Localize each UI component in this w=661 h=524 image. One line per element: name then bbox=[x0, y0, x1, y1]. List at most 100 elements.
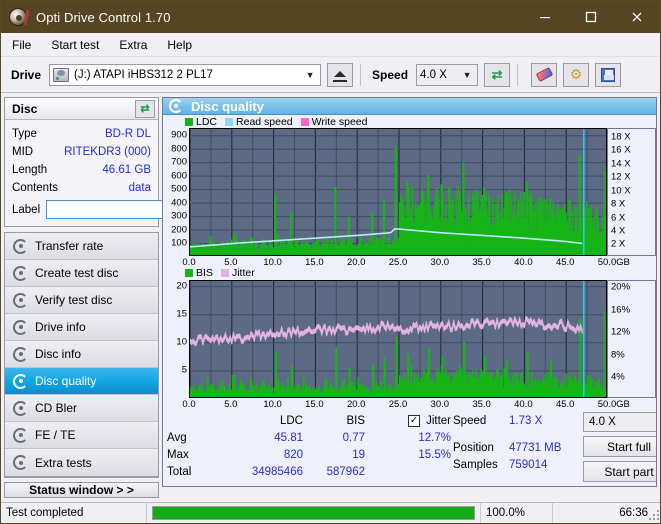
legend-label: LDC bbox=[196, 115, 218, 128]
eject-bar-icon bbox=[333, 79, 348, 82]
drive-label: Drive bbox=[11, 67, 42, 82]
drive-select[interactable]: (J:) ATAPI iHBS312 2 PL17 ▼ bbox=[49, 63, 322, 86]
statistics-table: LDC BIS ✓ Jitter Avg 45.81 0.77 12.7% Ma… bbox=[167, 412, 453, 486]
y2-tick-label: 6 X bbox=[611, 212, 626, 223]
y2-tick-label: 18 X bbox=[611, 131, 631, 143]
refresh-button[interactable]: ⇄ bbox=[484, 62, 511, 87]
sidebar-item-disc-quality[interactable]: Disc quality bbox=[5, 368, 158, 395]
start-part-button[interactable]: Start part bbox=[583, 461, 656, 482]
legend-swatch-bis bbox=[185, 269, 193, 278]
sidebar-item-label: FE / TE bbox=[35, 428, 76, 442]
menu-file[interactable]: File bbox=[10, 36, 40, 54]
window-title: Opti Drive Control 1.70 bbox=[36, 9, 171, 25]
disc-quality-header: Disc quality bbox=[163, 98, 656, 116]
jitter-checkbox[interactable]: ✓ bbox=[408, 414, 421, 427]
minimize-icon[interactable] bbox=[522, 1, 568, 33]
menu-extra[interactable]: Extra bbox=[117, 36, 156, 54]
readout-labels: Speed Position Samples bbox=[453, 412, 509, 486]
settings-button[interactable]: ⚙ bbox=[563, 62, 590, 87]
sidebar-item-label: CD Bler bbox=[35, 401, 78, 415]
toolbar-divider-1 bbox=[360, 63, 362, 86]
y-tick-label: 200 bbox=[171, 224, 187, 236]
stats-avg-jitter: 12.7% bbox=[418, 431, 451, 444]
y2-tick-label: 4% bbox=[611, 371, 625, 383]
disc-panel-header: Disc ⇄ bbox=[5, 98, 158, 120]
start-full-button[interactable]: Start full bbox=[583, 436, 656, 457]
x-tick-label: 25.0 bbox=[388, 256, 408, 268]
menu-help[interactable]: Help bbox=[165, 36, 201, 54]
disc-length-label: Length bbox=[12, 164, 48, 176]
menu-start-test[interactable]: Start test bbox=[49, 36, 108, 54]
stats-avg-ldc: 45.81 bbox=[274, 431, 303, 444]
ldc-chart-y-axis: 100 200 300 400 500 600 700 800 900 bbox=[163, 128, 189, 256]
table-row: Avg 45.81 0.77 12.7% bbox=[167, 429, 453, 446]
x-tick-label: 25.0 bbox=[388, 398, 408, 410]
disc-refresh-button[interactable]: ⇄ bbox=[135, 99, 155, 118]
toolbar: Drive (J:) ATAPI iHBS312 2 PL17 ▼ Speed … bbox=[1, 57, 660, 93]
y2-tick-label: 8% bbox=[611, 349, 625, 361]
table-row: Total 34985466 587962 bbox=[167, 463, 453, 480]
jitter-label: Jitter bbox=[426, 414, 451, 427]
sidebar-item-drive-info[interactable]: Drive info bbox=[5, 314, 158, 341]
status-window-button[interactable]: Status window > > bbox=[4, 482, 159, 498]
sidebar-item-disc-info[interactable]: Disc info bbox=[5, 341, 158, 368]
sidebar-item-extra-tests[interactable]: Extra tests bbox=[5, 449, 158, 476]
menu-bar: File Start test Extra Help bbox=[1, 33, 660, 57]
save-button[interactable] bbox=[595, 62, 622, 87]
readout-position-value: 47731 MB bbox=[509, 441, 562, 454]
jitter-checkbox-cell[interactable]: ✓ Jitter bbox=[365, 414, 453, 427]
x-tick-label: 10.0 bbox=[263, 398, 282, 410]
ldc-chart-y2-axis: 2 X4 X 6 X 8 X 10 X 12 X 14 X 16 X 18 X bbox=[607, 127, 656, 256]
y2-tick-label: 20% bbox=[611, 281, 631, 293]
bis-chart-x-axis: 0.0 5.0 10.0 15.0 20.0 25.0 30.0 35.0 40.0 45.0 50… bbox=[182, 398, 629, 410]
readout-position-label: Position bbox=[453, 441, 494, 454]
resize-grip-icon[interactable] bbox=[649, 510, 659, 520]
legend-entry-write-speed: Write speed bbox=[300, 115, 368, 128]
y-tick-label: 600 bbox=[171, 170, 187, 182]
bis-chart-plot bbox=[189, 279, 607, 398]
y-tick-label: 800 bbox=[171, 143, 187, 155]
close-icon[interactable] bbox=[614, 1, 660, 33]
sidebar-item-transfer-rate[interactable]: Transfer rate bbox=[5, 233, 158, 260]
sidebar-item-create-test-disc[interactable]: Create test disc bbox=[5, 260, 158, 287]
test-speed-select[interactable]: 4.0 X ▼ bbox=[583, 412, 656, 432]
x-tick-label: 35.0 bbox=[472, 398, 491, 410]
legend-label: Read speed bbox=[236, 115, 293, 128]
y2-tick-label: 8 X bbox=[611, 198, 626, 210]
x-tick-label: 50.0 bbox=[597, 398, 617, 410]
speed-label: Speed bbox=[372, 67, 409, 82]
sidebar-item-cd-bler[interactable]: CD Bler bbox=[5, 395, 158, 422]
sidebar-item-verify-test-disc[interactable]: Verify test disc bbox=[5, 287, 158, 314]
legend-entry-jitter: Jitter bbox=[220, 267, 255, 279]
chevron-down-icon: ▼ bbox=[305, 69, 315, 80]
progress-percent: 100.0% bbox=[481, 502, 553, 523]
bis-chart-y2-axis: 4% 8% 12% 16% 20% bbox=[607, 279, 656, 398]
stats-row-label-avg: Avg bbox=[167, 431, 187, 444]
sidebar-item-label: Disc quality bbox=[35, 374, 97, 388]
sidebar-item-label: Extra tests bbox=[35, 455, 92, 470]
speed-select[interactable]: 4.0 X ▼ bbox=[416, 63, 479, 86]
erase-button[interactable] bbox=[531, 62, 558, 87]
legend-label: Write speed bbox=[311, 115, 368, 128]
x-tick-label: 30.0 bbox=[430, 398, 450, 410]
y-tick-label: 5 bbox=[181, 364, 187, 376]
gears-icon: ⚙ bbox=[569, 66, 583, 82]
sidebar-item-fe-te[interactable]: FE / TE bbox=[5, 422, 158, 449]
y-tick-label: 300 bbox=[171, 210, 187, 222]
readout-spacer bbox=[453, 429, 509, 439]
legend-entry-ldc: LDC bbox=[185, 116, 217, 128]
x-tick-label: 20.0 bbox=[346, 398, 366, 410]
stats-max-bis: 19 bbox=[352, 448, 365, 461]
maximize-icon[interactable] bbox=[568, 1, 614, 33]
disc-panel: Disc ⇄ Type BD-R DL MID RITEKDR3 (000) L… bbox=[4, 97, 250, 227]
ldc-chart-legend: LDC Read speed Write speed bbox=[163, 115, 656, 128]
left-column: Disc ⇄ Type BD-R DL MID RITEKDR3 (000) L… bbox=[4, 97, 250, 498]
legend-label: BIS bbox=[196, 267, 213, 280]
disc-icon bbox=[13, 292, 28, 308]
disc-icon bbox=[13, 400, 28, 416]
x-tick-label: 45.0 bbox=[555, 398, 575, 410]
stats-avg-bis: 0.77 bbox=[342, 431, 365, 444]
stats-max-ldc: 820 bbox=[283, 448, 303, 461]
eject-button[interactable] bbox=[327, 62, 354, 87]
progress-fill bbox=[153, 507, 474, 519]
